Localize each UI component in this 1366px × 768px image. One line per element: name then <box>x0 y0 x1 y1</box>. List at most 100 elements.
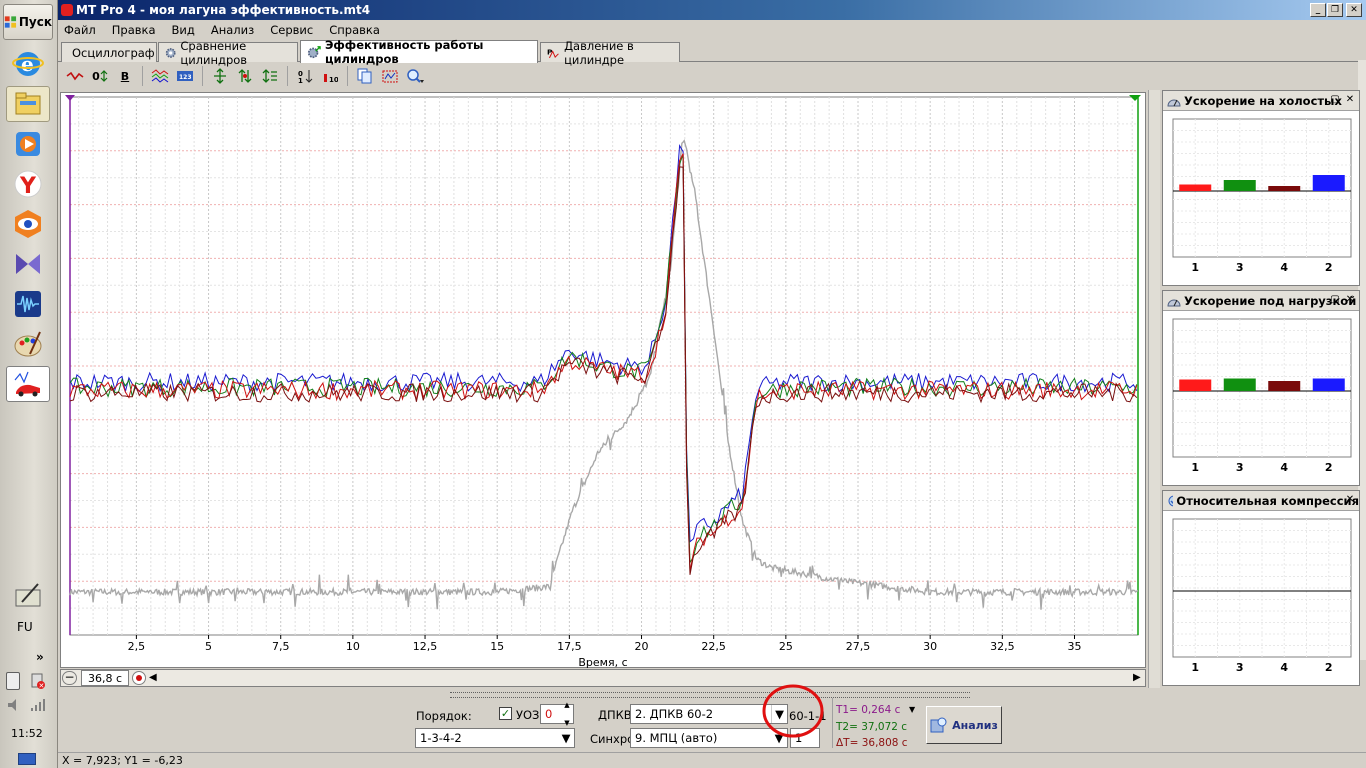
pen-tablet-icon[interactable] <box>6 578 50 614</box>
bar-label: 4 <box>1280 261 1288 274</box>
gear-icon <box>165 47 176 58</box>
visual-studio-icon[interactable] <box>6 246 50 282</box>
zoom-in-button[interactable] <box>132 671 146 685</box>
toolbar-separator <box>347 66 348 86</box>
menu-help[interactable]: Справка <box>329 23 380 37</box>
dpkv-value: 2. ДПКВ 60-2 <box>635 707 714 721</box>
network-error-icon[interactable]: ✕ <box>30 672 46 690</box>
chart-canvas[interactable]: 2,5 5 7,5 10 12,5 15 17,5 20 22,5 25 27,5 30 32,5 35 … <box>61 93 1147 669</box>
x-tick-label: 30 <box>923 640 937 653</box>
clock[interactable]: 11:52 <box>11 727 43 740</box>
battery-icon[interactable] <box>6 672 20 690</box>
x-axis: 2,5 5 7,5 10 12,5 15 17,5 20 22,5 25 27,5 30 32,5 35 <box>128 635 1081 653</box>
menu-file[interactable]: Файл <box>64 23 96 37</box>
fit-vertical-button[interactable] <box>259 65 281 87</box>
multi-wave-button[interactable] <box>149 65 171 87</box>
mt-pro-app-icon[interactable] <box>6 366 50 402</box>
waveform-tool-button[interactable] <box>64 65 86 87</box>
minimize-button[interactable]: _ <box>1310 3 1326 17</box>
signal-icon[interactable] <box>30 698 46 712</box>
x-tick-label: 25 <box>779 640 793 653</box>
pressure-icon: P <box>547 47 559 58</box>
panel-pin-icon[interactable]: ▢ <box>1329 94 1341 106</box>
bar <box>1223 378 1256 391</box>
menu-view[interactable]: Вид <box>172 23 195 37</box>
panel-close-icon[interactable]: ✕ <box>1344 494 1356 506</box>
scroll-right-arrow-icon[interactable]: ▶ <box>1133 670 1145 686</box>
file-manager-icon[interactable] <box>6 86 50 122</box>
panel-close-icon[interactable]: ✕ <box>1344 94 1356 106</box>
restore-button[interactable]: ❐ <box>1327 3 1343 17</box>
uoz-value: 0 <box>545 707 553 721</box>
yandex-browser-icon[interactable]: Y <box>6 166 50 202</box>
scroll-left-arrow-icon[interactable]: ◀ <box>149 670 161 686</box>
internet-explorer-icon[interactable]: e <box>6 46 50 82</box>
bar <box>1312 378 1345 391</box>
bar-label: 2 <box>1325 461 1333 474</box>
bar-label: 2 <box>1325 261 1333 274</box>
svg-text:Y: Y <box>19 174 37 199</box>
menu-edit[interactable]: Правка <box>112 23 156 37</box>
divider <box>832 698 833 748</box>
red-wave-icon <box>66 71 84 81</box>
tab-cylinder-pressure[interactable]: P Давление в цилиндре <box>540 39 680 67</box>
uoz-input[interactable]: 0 ▲ ▼ <box>540 701 574 727</box>
multi-wave-icon <box>151 69 169 83</box>
analyze-icon <box>930 717 947 733</box>
menu-service[interactable]: Сервис <box>270 23 313 37</box>
tab-cylinder-comparison[interactable]: Сравнение цилиндров <box>158 39 298 67</box>
bar-label: 4 <box>1280 661 1288 674</box>
panel-splitter[interactable] <box>450 692 970 698</box>
copy-button[interactable] <box>354 65 376 87</box>
panel-pin-icon[interactable]: ▢ <box>1329 294 1341 306</box>
media-player-icon[interactable] <box>6 126 50 162</box>
table-values-button[interactable]: 123 <box>174 65 196 87</box>
close-button[interactable]: ✕ <box>1346 3 1362 17</box>
panel-close-icon[interactable]: ✕ <box>1344 294 1356 306</box>
highlight-circle <box>762 684 824 738</box>
uoz-spinner-icon[interactable]: ▲ ▼ <box>561 701 573 727</box>
time-menu-arrow-icon[interactable]: ▼ <box>909 705 915 714</box>
scale-vertical-button[interactable] <box>209 65 231 87</box>
tab-oscilloscope[interactable]: Осциллограф <box>61 42 157 62</box>
start-button[interactable]: Пуск <box>3 4 53 40</box>
analyze-button[interactable]: Анализ <box>926 706 1002 744</box>
autoscale-button[interactable] <box>234 65 256 87</box>
menu-analysis[interactable]: Анализ <box>211 23 254 37</box>
zoom-out-button[interactable]: − <box>62 671 77 685</box>
volume-icon[interactable] <box>6 698 22 712</box>
load-acceleration-panel: Ускорение под нагрузкой ▢ ✕ 1342 <box>1162 290 1360 486</box>
zoom-region-button[interactable] <box>379 65 401 87</box>
oscilloscope-app-icon[interactable] <box>6 286 50 322</box>
toolbar-separator <box>202 66 203 86</box>
paint-icon[interactable] <box>6 326 50 362</box>
zero-offset-button[interactable]: 0 <box>89 65 111 87</box>
oscillogram-chart[interactable]: 2,5 5 7,5 10 12,5 15 17,5 20 22,5 25 27,5 30 32,5 35 … <box>60 92 1147 669</box>
t1-value: T1= 0,264 с <box>836 704 901 716</box>
sort-button[interactable]: 01 <box>294 65 316 87</box>
bold-button[interactable]: B <box>114 65 136 87</box>
tray-expand-button[interactable]: » <box>36 650 44 664</box>
autoscale-icon <box>238 69 252 83</box>
uoz-checkbox[interactable]: ✓ <box>499 707 512 720</box>
panel-title: Ускорение на холостых <box>1184 93 1342 108</box>
tab-cylinder-efficiency[interactable]: Эффективность работы цилиндров <box>300 38 538 66</box>
window-title-bar: MT Pro 4 - моя лагуна эффективность.mt4 <box>58 0 1366 20</box>
chart-scrollbar[interactable]: − 36,8 с ◀ ▶ <box>60 669 1146 687</box>
show-desktop-icon[interactable] <box>18 753 36 765</box>
up-down-arrow-icon <box>100 70 108 82</box>
analyze-label: Анализ <box>952 718 998 732</box>
gear-arrow-icon <box>307 46 321 59</box>
window-title: MT Pro 4 - моя лагуна эффективность.mt4 <box>76 3 371 17</box>
bar-label: 3 <box>1236 461 1244 474</box>
settings-dropdown-button[interactable] <box>404 65 426 87</box>
svg-text:e: e <box>21 52 34 76</box>
bar-label: 3 <box>1236 661 1244 674</box>
side-splitter[interactable] <box>1148 90 1160 688</box>
analysis-controls: Порядок: 1-3-4-2 ▼ ✓ УОЗ: 0 ▲ ▼ ДПКВ: 2. ДП… <box>58 684 1366 752</box>
eye-app-icon[interactable] <box>6 206 50 242</box>
relative-compression-bar-chart: 1 3 4 2 <box>1172 518 1352 674</box>
firing-order-select[interactable]: 1-3-4-2 ▼ <box>415 728 575 748</box>
time-window-field[interactable]: 36,8 с <box>81 670 129 686</box>
bar-chart-button[interactable]: 10 <box>319 65 341 87</box>
